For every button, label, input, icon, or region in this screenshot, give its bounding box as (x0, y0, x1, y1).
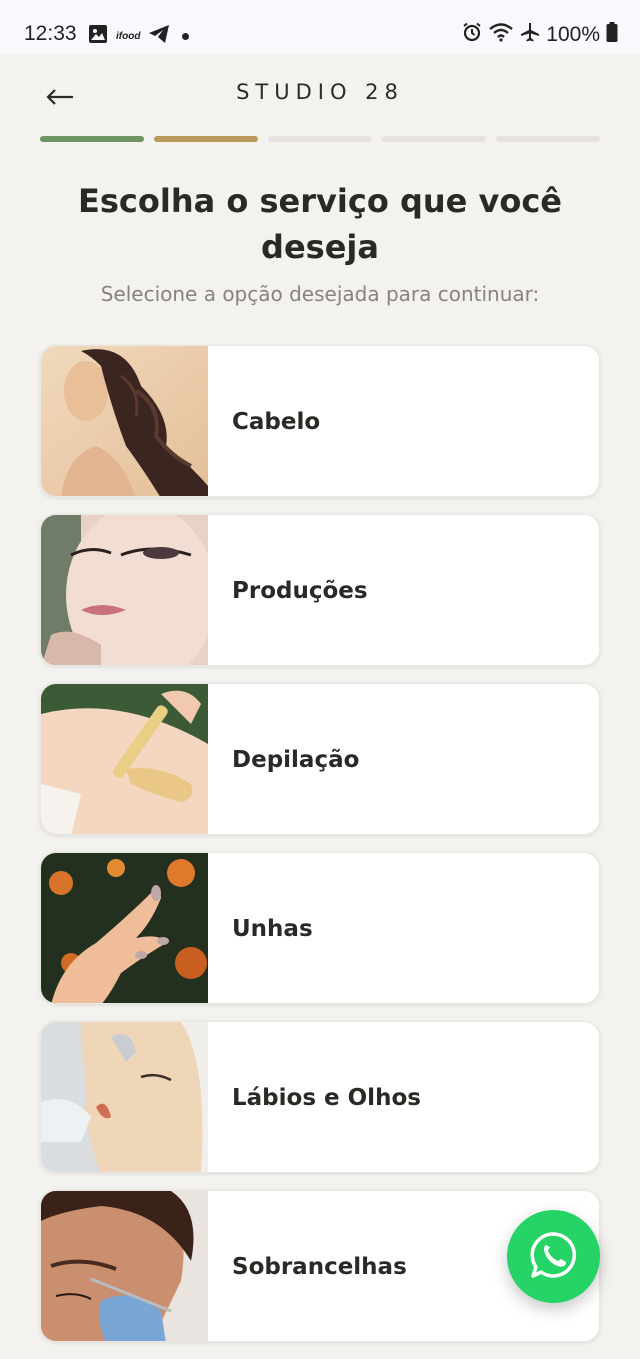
hair-photo (41, 346, 208, 496)
wifi-icon (488, 22, 514, 48)
service-label: Unhas (232, 916, 313, 942)
status-bar: 12:33 ifood 100% (0, 0, 640, 54)
service-list: Cabelo Produções Depilação Unhas Lábios … (40, 345, 600, 1359)
more-notifications-dot-icon (182, 32, 190, 40)
airplane-mode-icon (520, 22, 540, 48)
ifood-icon: ifood (116, 30, 141, 42)
service-card-producoes[interactable]: Produções (40, 514, 600, 666)
alarm-icon (462, 22, 482, 48)
battery-percent: 100% (546, 23, 600, 46)
brand-title: STUDIO 28 (236, 80, 404, 104)
service-label: Sobrancelhas (232, 1254, 407, 1280)
service-label: Produções (232, 578, 368, 604)
progress-step-5 (496, 136, 600, 142)
system-icons: 100% (462, 22, 618, 48)
service-card-depilacao[interactable]: Depilação (40, 683, 600, 835)
nails-photo (41, 853, 208, 1003)
status-time: 12:33 (24, 22, 77, 45)
whatsapp-button[interactable] (507, 1210, 600, 1303)
service-card-cabelo[interactable]: Cabelo (40, 345, 600, 497)
waxing-photo (41, 684, 208, 834)
battery-icon (606, 22, 618, 48)
service-card-unhas[interactable]: Unhas (40, 852, 600, 1004)
service-label: Depilação (232, 747, 360, 773)
telegram-icon (148, 24, 170, 48)
progress-step-1 (40, 136, 144, 142)
service-card-labios-olhos[interactable]: Lábios e Olhos (40, 1021, 600, 1173)
gallery-icon (88, 24, 108, 48)
progress-step-4 (382, 136, 486, 142)
lips-eyes-photo (41, 1022, 208, 1172)
progress-step-2 (154, 136, 258, 142)
whatsapp-icon (529, 1230, 579, 1284)
progress-step-3 (268, 136, 372, 142)
service-label: Lábios e Olhos (232, 1085, 421, 1111)
eyebrows-photo (41, 1191, 208, 1341)
page-title: Escolha o serviço que você deseja (78, 182, 562, 266)
step-progress (40, 136, 600, 142)
page-subtitle: Selecione a opção desejada para continua… (100, 282, 540, 306)
makeup-photo (41, 515, 208, 665)
service-label: Cabelo (232, 409, 321, 435)
notification-icons: ifood (88, 24, 190, 48)
